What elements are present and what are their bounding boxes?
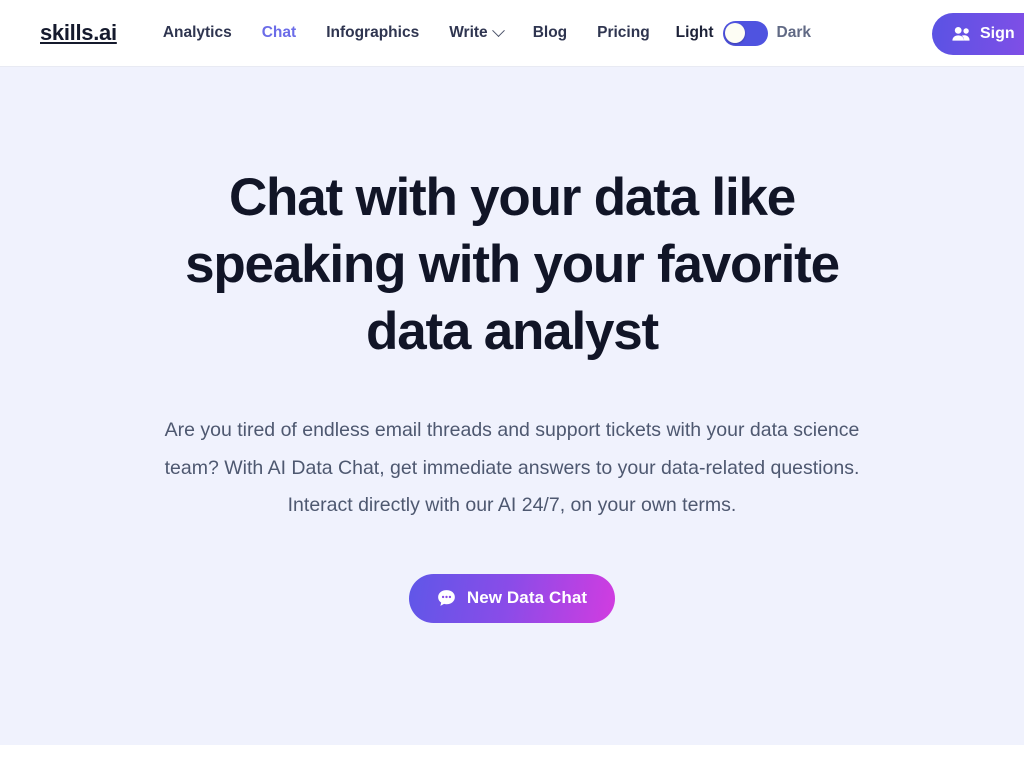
sign-up-button[interactable]: Sign: [932, 13, 1024, 55]
theme-label-dark: Dark: [776, 24, 812, 41]
nav-link-blog[interactable]: Blog: [533, 24, 567, 42]
nav-link-write[interactable]: Write: [449, 23, 505, 42]
new-data-chat-button-label: New Data Chat: [466, 588, 588, 607]
nav-link-infographics[interactable]: Infographics: [326, 24, 419, 42]
nav-link-analytics-label: Analytics: [162, 24, 232, 41]
nav-link-chat[interactable]: Chat: [262, 24, 296, 42]
nav-links: Analytics Chat Infographics Write Blog P…: [163, 23, 650, 42]
hero-section: Chat with your data like speaking with y…: [0, 67, 1024, 745]
next-section-top: [0, 745, 1024, 768]
nav-link-pricing[interactable]: Pricing: [597, 24, 650, 42]
theme-toggle-knob: [725, 23, 746, 43]
chevron-down-icon: [491, 23, 505, 37]
nav-link-write-label: Write: [449, 24, 488, 41]
nav-link-analytics[interactable]: Analytics: [163, 24, 232, 42]
chat-bubble-icon: [437, 589, 455, 606]
nav-link-infographics-label: Infographics: [326, 24, 420, 41]
site-logo[interactable]: skills.ai: [40, 20, 117, 46]
theme-toggle[interactable]: [722, 20, 768, 46]
users-icon: [952, 27, 970, 41]
page-title: Chat with your data like speaking with y…: [185, 168, 840, 361]
nav-link-chat-label: Chat: [261, 24, 297, 41]
nav-link-blog-label: Blog: [532, 24, 568, 41]
nav-link-pricing-label: Pricing: [597, 24, 650, 41]
theme-switcher: Light Dark: [675, 20, 812, 46]
sign-up-button-label: Sign: [980, 25, 1015, 42]
hero-subtitle: Are you tired of endless email threads a…: [164, 419, 860, 516]
new-data-chat-button[interactable]: New Data Chat: [408, 573, 616, 623]
main-navbar: skills.ai Analytics Chat Infographics Wr…: [0, 0, 1024, 67]
theme-label-light: Light: [675, 24, 714, 41]
